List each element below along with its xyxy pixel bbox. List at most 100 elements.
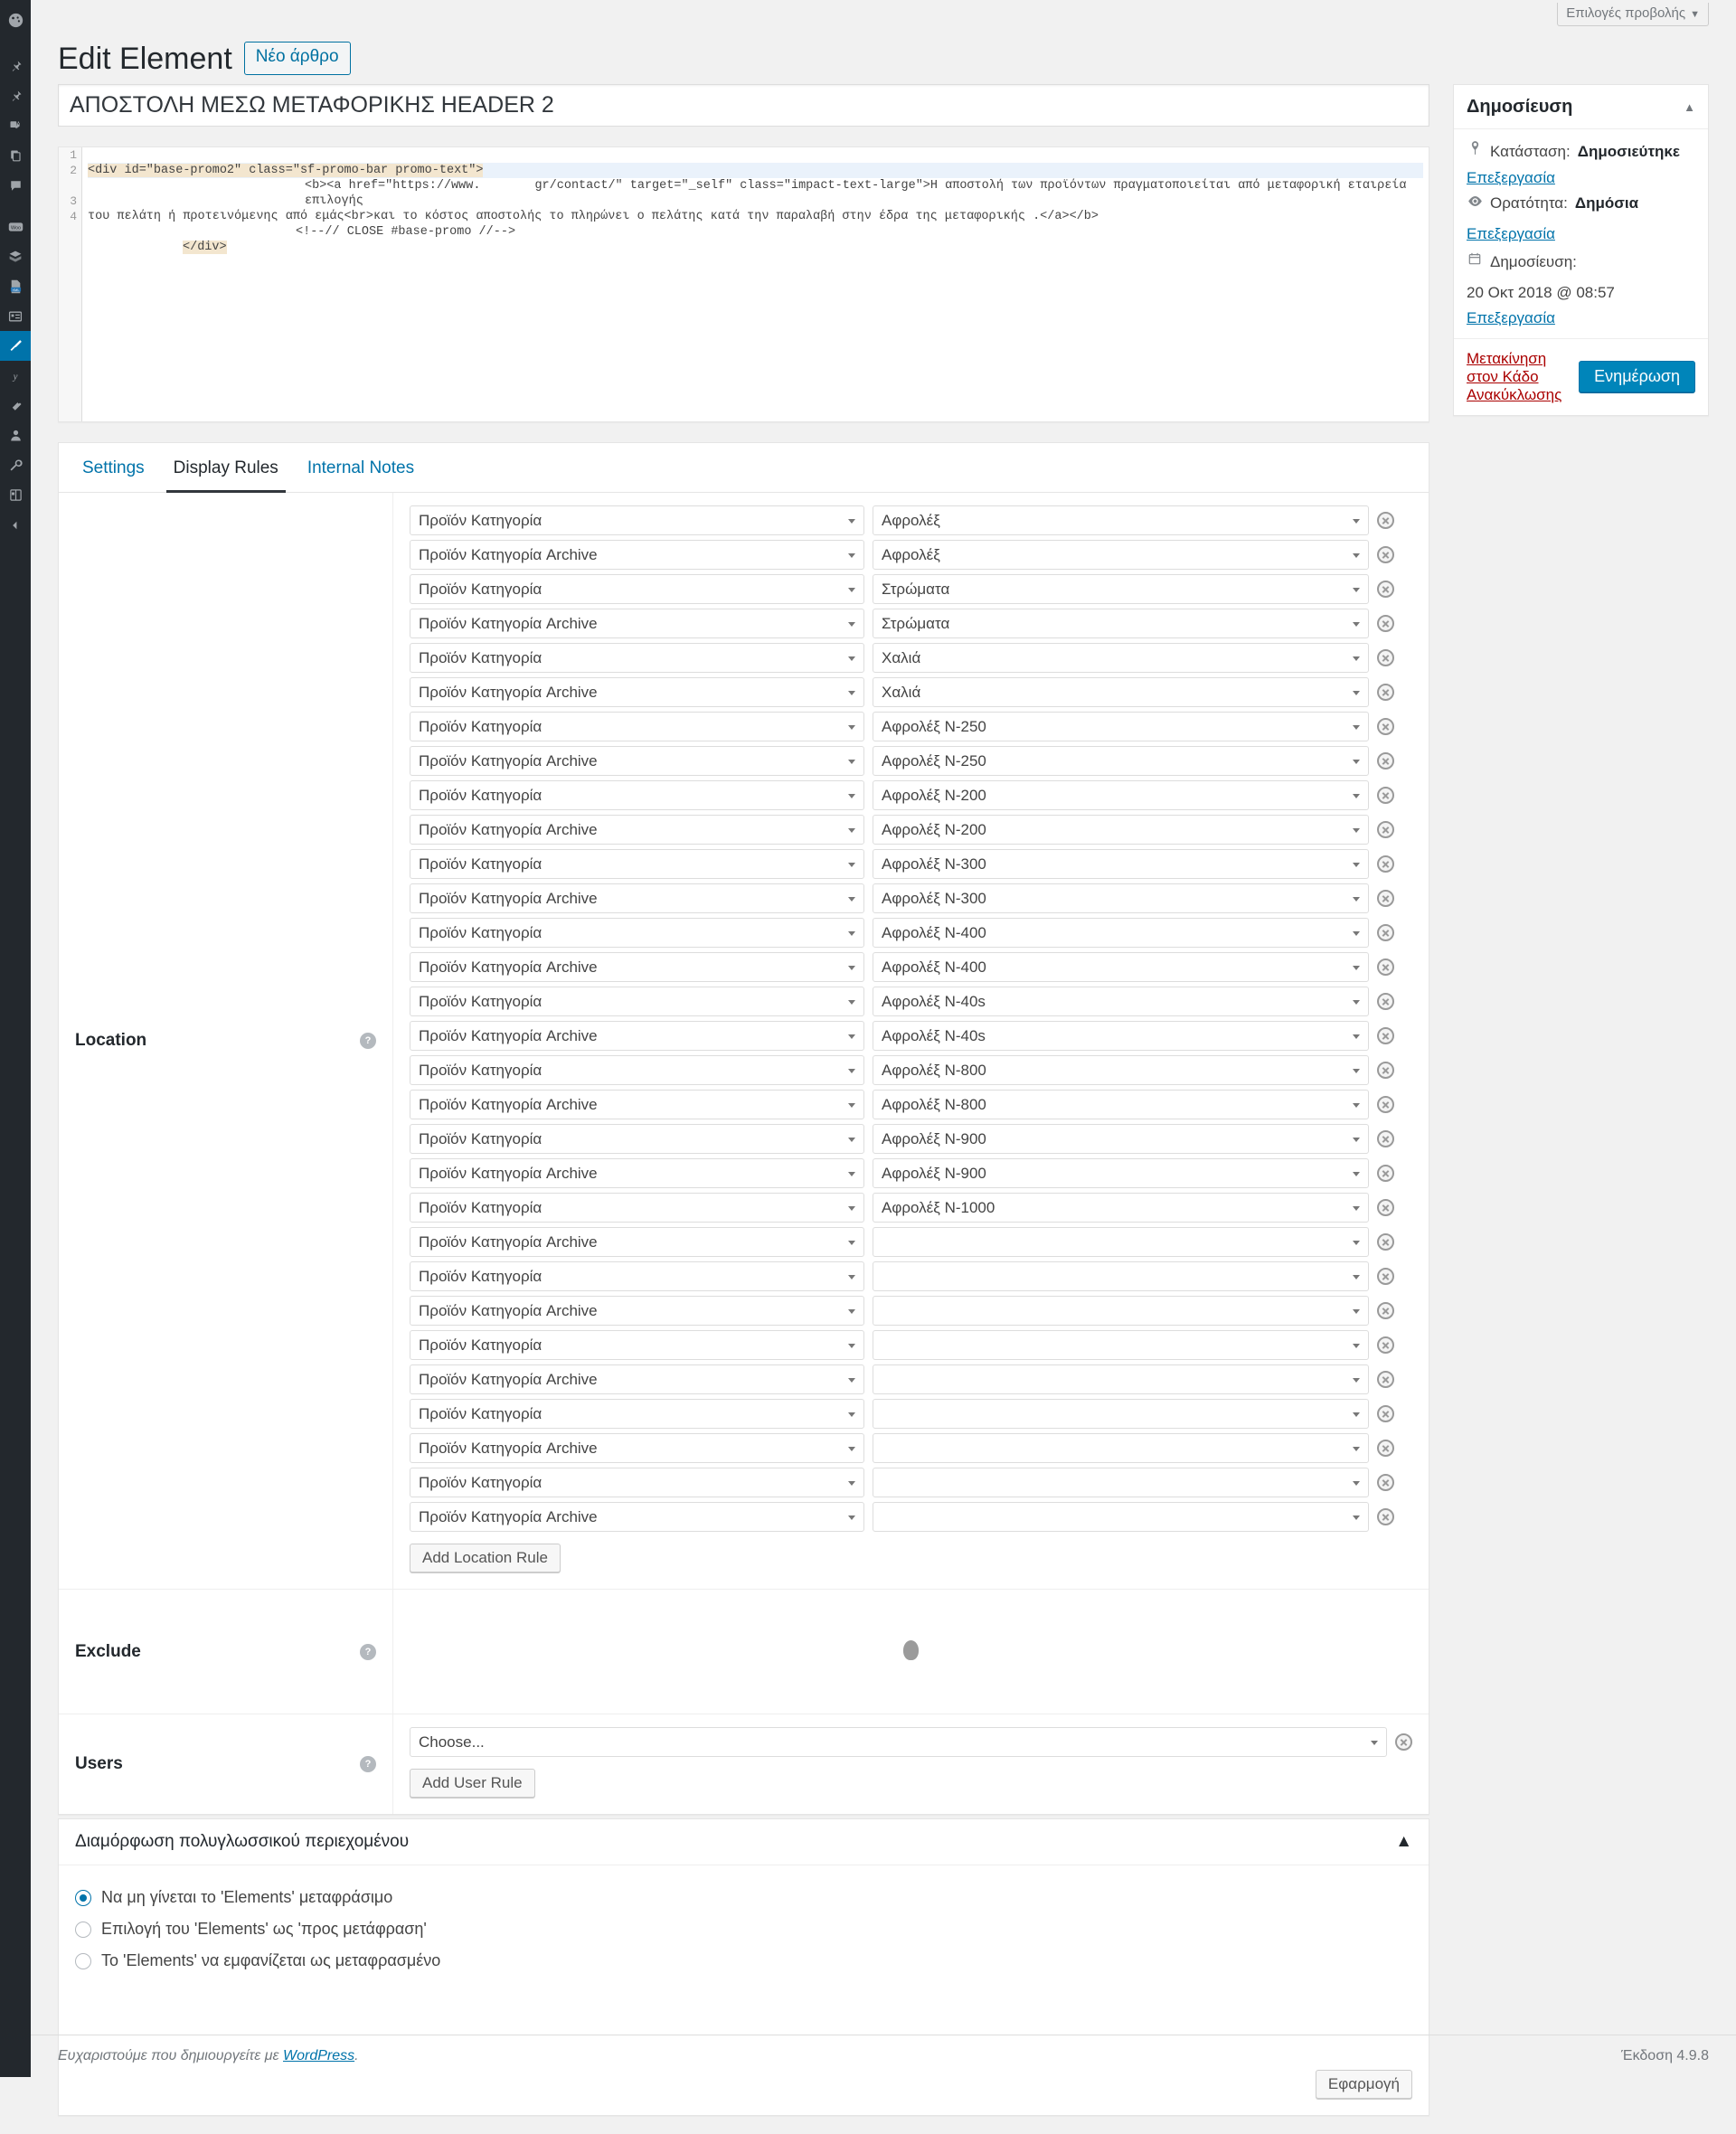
dashboard-icon[interactable] xyxy=(0,0,31,41)
edit-status-link[interactable]: Επεξεργασία xyxy=(1467,169,1555,186)
remove-location-rule-button[interactable] xyxy=(1377,615,1394,633)
tools-icon[interactable] xyxy=(0,450,31,480)
location-rule-value-select[interactable]: Αφρολέξ xyxy=(873,505,1369,536)
multilingual-option-1[interactable]: Επιλογή του 'Elements' ως 'προς μετάφρασ… xyxy=(75,1913,1412,1945)
products-icon[interactable] xyxy=(0,241,31,271)
html-code-editor[interactable]: 1 2 3 4 <div id="base-promo2" class="sf-… xyxy=(58,146,1429,423)
radio-translatable[interactable] xyxy=(75,1921,91,1938)
location-rule-type-select[interactable]: Προϊόν Κατηγορία xyxy=(410,712,864,742)
location-rule-value-select[interactable]: Στρώματα xyxy=(873,574,1369,605)
location-rule-value-select[interactable] xyxy=(873,1227,1369,1258)
location-rule-value-select[interactable]: Αφρολέξ Ν-200 xyxy=(873,780,1369,811)
remove-location-rule-button[interactable] xyxy=(1377,1440,1394,1458)
location-rule-value-select[interactable] xyxy=(873,1433,1369,1464)
location-rule-value-select[interactable]: Αφρολέξ Ν-250 xyxy=(873,746,1369,777)
remove-location-rule-button[interactable] xyxy=(1377,1096,1394,1114)
remove-location-rule-button[interactable] xyxy=(1377,787,1394,805)
location-rule-value-select[interactable] xyxy=(873,1364,1369,1395)
remove-location-rule-button[interactable] xyxy=(1377,890,1394,908)
location-rule-value-select[interactable]: Αφρολέξ xyxy=(873,540,1369,571)
location-rule-value-select[interactable]: Αφρολέξ Ν-40s xyxy=(873,1021,1369,1052)
location-rule-type-select[interactable]: Προϊόν Κατηγορία Archive xyxy=(410,609,864,639)
location-rule-type-select[interactable]: Προϊόν Κατηγορία Archive xyxy=(410,1433,864,1464)
location-rule-value-select[interactable]: Αφρολέξ Ν-40s xyxy=(873,987,1369,1017)
location-rule-value-select[interactable] xyxy=(873,1296,1369,1327)
remove-location-rule-button[interactable] xyxy=(1377,821,1394,839)
remove-location-rule-button[interactable] xyxy=(1377,1336,1394,1355)
location-rule-value-select[interactable]: Αφρολέξ Ν-900 xyxy=(873,1158,1369,1189)
remove-location-rule-button[interactable] xyxy=(1377,1405,1394,1423)
remove-location-rule-button[interactable] xyxy=(1377,1302,1394,1320)
remove-location-rule-button[interactable] xyxy=(1377,1371,1394,1389)
location-rule-type-select[interactable]: Προϊόν Κατηγορία xyxy=(410,849,864,880)
location-rule-value-select[interactable]: Αφρολέξ Ν-250 xyxy=(873,712,1369,742)
location-rule-value-select[interactable]: Αφρολέξ Ν-900 xyxy=(873,1124,1369,1155)
pin-icon-2[interactable] xyxy=(0,81,31,111)
post-title-input[interactable] xyxy=(58,84,1429,127)
tab-settings[interactable]: Settings xyxy=(68,443,159,493)
xml-sitemap-icon[interactable]: XML xyxy=(0,271,31,301)
remove-location-rule-button[interactable] xyxy=(1377,752,1394,770)
pages-icon[interactable] xyxy=(0,141,31,171)
remove-location-rule-button[interactable] xyxy=(1377,1233,1394,1251)
location-rule-type-select[interactable]: Προϊόν Κατηγορία xyxy=(410,918,864,949)
comments-icon[interactable] xyxy=(0,171,31,201)
location-rule-type-select[interactable]: Προϊόν Κατηγορία xyxy=(410,505,864,536)
remove-location-rule-button[interactable] xyxy=(1377,1268,1394,1286)
wordpress-link[interactable]: WordPress xyxy=(283,2048,354,2063)
location-rule-value-select[interactable]: Στρώματα xyxy=(873,609,1369,639)
location-rule-value-select[interactable]: Αφρολέξ Ν-1000 xyxy=(873,1193,1369,1223)
code-content[interactable]: <div id="base-promo2" class="sf-promo-ba… xyxy=(82,147,1429,286)
exclude-help-icon[interactable]: ? xyxy=(360,1643,376,1660)
collapse-toggle-icon[interactable]: ▲ xyxy=(1684,100,1695,114)
remove-user-rule-button[interactable] xyxy=(1395,1733,1412,1752)
location-rule-type-select[interactable]: Προϊόν Κατηγορία Archive xyxy=(410,883,864,914)
location-rule-value-select[interactable] xyxy=(873,1468,1369,1498)
pin-icon-1[interactable] xyxy=(0,52,31,81)
location-rule-type-select[interactable]: Προϊόν Κατηγορία xyxy=(410,643,864,674)
woocommerce-icon[interactable]: Woo xyxy=(0,212,31,241)
location-rule-type-select[interactable]: Προϊόν Κατηγορία xyxy=(410,574,864,605)
location-rule-type-select[interactable]: Προϊόν Κατηγορία xyxy=(410,1468,864,1498)
yoast-icon[interactable]: y xyxy=(0,361,31,391)
location-rule-value-select[interactable]: Αφρολέξ Ν-400 xyxy=(873,952,1369,983)
tab-display-rules[interactable]: Display Rules xyxy=(159,443,293,493)
multilingual-option-2[interactable]: Το 'Elements' να εμφανίζεται ως μεταφρασ… xyxy=(75,1945,1412,1977)
edit-published-link[interactable]: Επεξεργασία xyxy=(1467,309,1555,326)
location-rule-type-select[interactable]: Προϊόν Κατηγορία Archive xyxy=(410,952,864,983)
location-rule-type-select[interactable]: Προϊόν Κατηγορία xyxy=(410,1330,864,1361)
location-rule-value-select[interactable]: Αφρολέξ Ν-200 xyxy=(873,815,1369,845)
remove-location-rule-button[interactable] xyxy=(1377,546,1394,564)
location-rule-value-select[interactable]: Αφρολέξ Ν-800 xyxy=(873,1090,1369,1120)
location-rule-type-select[interactable]: Προϊόν Κατηγορία Archive xyxy=(410,1227,864,1258)
location-rule-type-select[interactable]: Προϊόν Κατηγορία xyxy=(410,1399,864,1430)
user-rule-select[interactable]: Choose... xyxy=(410,1727,1387,1758)
location-rule-type-select[interactable]: Προϊόν Κατηγορία Archive xyxy=(410,1158,864,1189)
remove-location-rule-button[interactable] xyxy=(1377,958,1394,977)
location-rule-type-select[interactable]: Προϊόν Κατηγορία Archive xyxy=(410,1021,864,1052)
radio-display-as-translated[interactable] xyxy=(75,1952,91,1969)
collapse-menu-icon[interactable] xyxy=(0,510,31,540)
add-location-rule-button[interactable]: Add Location Rule xyxy=(410,1544,561,1573)
remove-location-rule-button[interactable] xyxy=(1377,1165,1394,1183)
screen-options-toggle[interactable]: Επιλογές προβολής ▼ xyxy=(1557,3,1709,26)
location-rule-type-select[interactable]: Προϊόν Κατηγορία xyxy=(410,1261,864,1292)
settings-icon[interactable] xyxy=(0,480,31,510)
remove-location-rule-button[interactable] xyxy=(1377,993,1394,1011)
remove-location-rule-button[interactable] xyxy=(1377,649,1394,667)
location-rule-value-select[interactable]: Χαλιά xyxy=(873,643,1369,674)
multilingual-header[interactable]: Διαμόρφωση πολυγλωσσικού περιεχομένου ▲ xyxy=(59,1819,1429,1866)
location-rule-value-select[interactable]: Αφρολέξ Ν-300 xyxy=(873,849,1369,880)
location-rule-type-select[interactable]: Προϊόν Κατηγορία xyxy=(410,1055,864,1086)
remove-location-rule-button[interactable] xyxy=(1377,581,1394,599)
remove-location-rule-button[interactable] xyxy=(1377,684,1394,702)
location-rule-value-select[interactable]: Αφρολέξ Ν-400 xyxy=(873,918,1369,949)
location-rule-type-select[interactable]: Προϊόν Κατηγορία Archive xyxy=(410,540,864,571)
admin-sidebar[interactable]: Woo XML y xyxy=(0,0,37,2077)
remove-location-rule-button[interactable] xyxy=(1377,1508,1394,1526)
location-rule-type-select[interactable]: Προϊόν Κατηγορία Archive xyxy=(410,1090,864,1120)
sidebar-item-elements[interactable] xyxy=(0,331,37,361)
remove-location-rule-button[interactable] xyxy=(1377,855,1394,873)
location-rule-type-select[interactable]: Προϊόν Κατηγορία Archive xyxy=(410,1502,864,1533)
location-rule-type-select[interactable]: Προϊόν Κατηγορία Archive xyxy=(410,1364,864,1395)
